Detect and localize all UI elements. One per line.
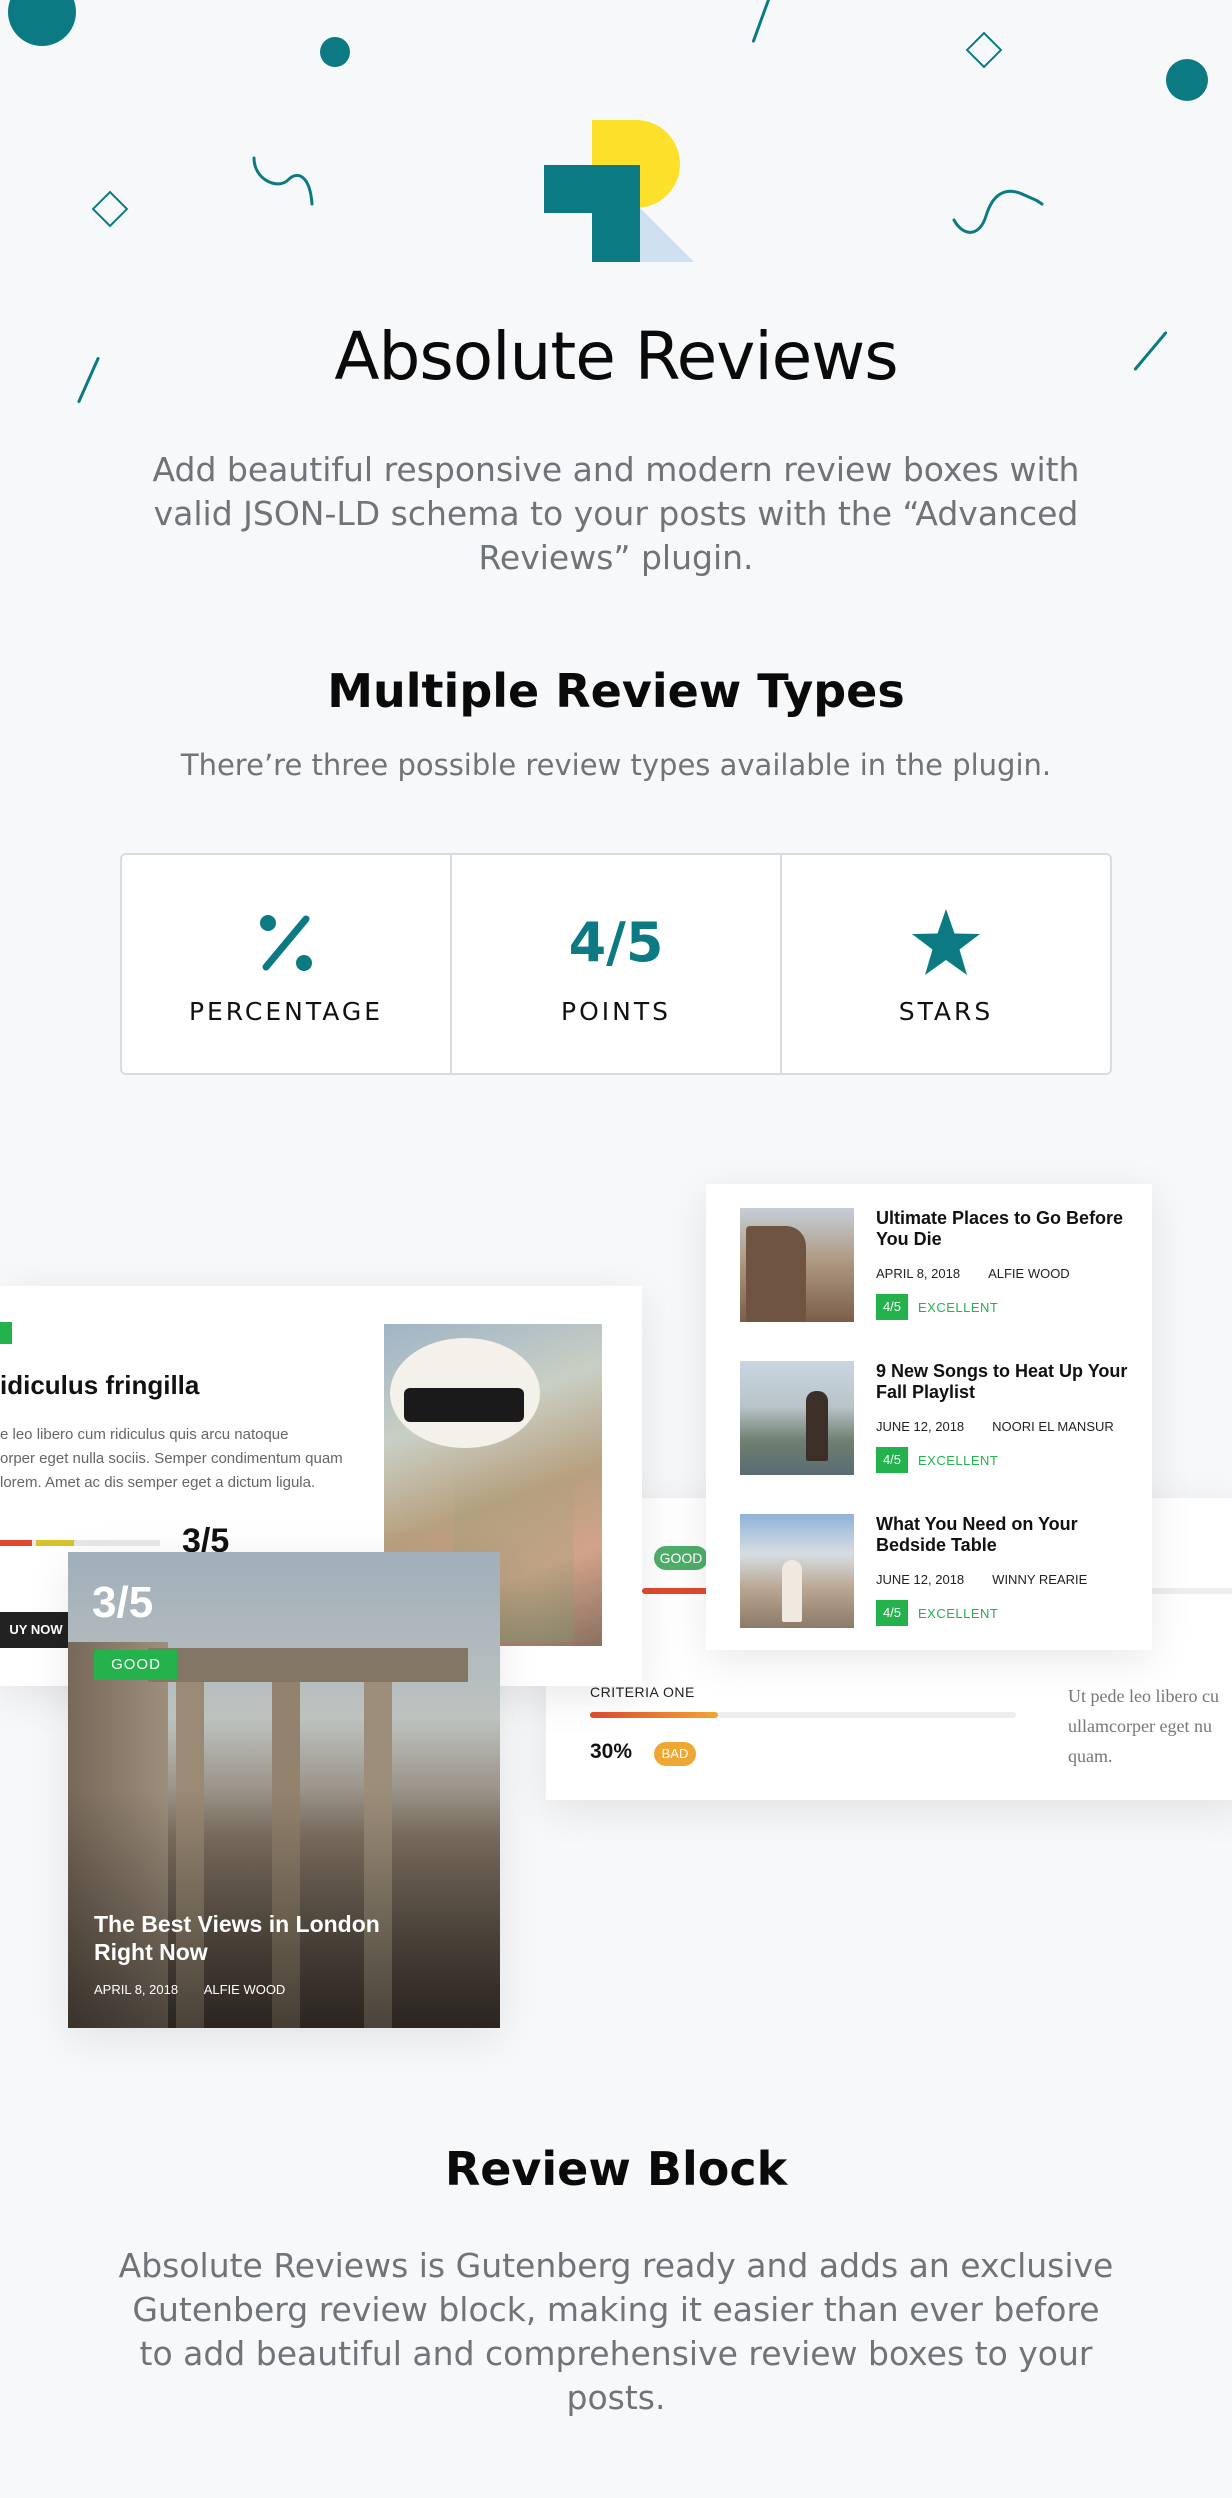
buy-now-button[interactable]: UY NOW [0,1612,72,1648]
criteria-label: CRITERIA ONE [590,1684,695,1700]
rating-label: EXCELLENT [918,1299,999,1315]
feature-author: ALFIE WOOD [203,1982,286,1997]
criteria-text-line: ullamcorper eget nu [1068,1716,1212,1736]
decor-squiggle-right [952,189,1044,234]
green-accent [0,1322,12,1344]
list-item-date: JUNE 12, 2018 [876,1419,965,1434]
bad-badge: BAD [654,1742,696,1766]
review-type-label: PERCENTAGE [188,996,384,1026]
decor-diamond-left [91,190,129,228]
types-section-subtitle: There’re three possible review types ava… [180,748,1052,782]
list-item-date: APRIL 8, 2018 [876,1266,961,1281]
feature-title[interactable]: The Best Views in London Right Now [94,1910,434,1966]
decor-circle-top-left [8,0,76,46]
decor-dot [320,37,350,67]
review-type-stars: STARS [782,855,1110,1073]
feature-score: 3/5 [92,1578,154,1627]
decor-squiggle-left [252,156,314,206]
percent-icon [256,903,316,983]
product-review-text: orper eget nulla sociis. Semper condimen… [0,1450,343,1467]
castle-woman-thumbnail [740,1361,854,1475]
feature-date: APRIL 8, 2018 [94,1982,179,1997]
list-item-meta: APRIL 8, 2018 ALFIE WOOD [876,1266,1070,1281]
score-badge: 4/5 [876,1447,908,1473]
hero-description: Add beautiful responsive and modern revi… [152,450,1080,577]
criteria-percent: 30% [590,1740,633,1763]
decor-dot-right [1166,59,1208,101]
list-item[interactable]: What You Need on Your Bedside Table JUNE… [740,1514,1140,1632]
product-score-bar [0,1540,160,1546]
square-woman-thumbnail [740,1514,854,1628]
list-item[interactable]: Ultimate Places to Go Before You Die APR… [740,1208,1140,1326]
types-section-title: Multiple Review Types [327,664,905,718]
decor-diamond-right [965,31,1003,69]
list-item-meta: JUNE 12, 2018 WINNY REARIE [876,1572,1087,1587]
star-icon [911,903,981,983]
list-item-title[interactable]: What You Need on Your Bedside Table [876,1514,1136,1556]
criteria-progress-bar [590,1712,1016,1718]
review-block-title: Review Block [444,2142,788,2196]
absolute-reviews-logo [544,120,694,262]
hero-title: Absolute Reviews [334,318,898,395]
feature-review-card[interactable]: 3/5 GOOD The Best Views in London Right … [68,1552,500,2028]
rating-label: EXCELLENT [918,1605,999,1621]
list-item-author: ALFIE WOOD [988,1266,1070,1281]
score-badge: 4/5 [876,1600,908,1626]
list-item[interactable]: 9 New Songs to Heat Up Your Fall Playlis… [740,1361,1140,1479]
list-item-author: WINNY REARIE [992,1572,1088,1587]
review-type-percentage: PERCENTAGE [122,855,452,1073]
list-item-meta: JUNE 12, 2018 NOORI EL MANSUR [876,1419,1114,1434]
product-review-title: idiculus fringilla [0,1370,200,1400]
review-block-description: Absolute Reviews is Gutenberg ready and … [118,2246,1114,2417]
product-review-text: e leo libero cum ridiculus quis arcu nat… [0,1426,289,1443]
list-item-score: 4/5 EXCELLENT [876,1600,998,1626]
list-item-title[interactable]: Ultimate Places to Go Before You Die [876,1208,1136,1250]
list-item-date: JUNE 12, 2018 [876,1572,965,1587]
list-item-score: 4/5 EXCELLENT [876,1294,998,1320]
list-item-score: 4/5 EXCELLENT [876,1447,998,1473]
feature-meta: APRIL 8, 2018 ALFIE WOOD [94,1982,285,1997]
good-badge: GOOD [94,1650,178,1680]
review-type-label: POINTS [561,996,671,1026]
decor-dash [751,0,772,44]
review-type-label: STARS [898,996,994,1026]
score-badge: 4/5 [876,1294,908,1320]
points-icon: 4/5 [568,911,664,974]
product-review-text: lorem. Amet ac dis semper eget a dictum … [0,1474,316,1491]
review-list-card: Ultimate Places to Go Before You Die APR… [706,1184,1152,1650]
review-type-points: 4/5 POINTS [452,855,782,1073]
good-badge: GOOD [654,1546,708,1570]
review-types-panel: PERCENTAGE 4/5 POINTS STARS [120,853,1112,1075]
rating-label: EXCELLENT [918,1452,999,1468]
list-item-title[interactable]: 9 New Songs to Heat Up Your Fall Playlis… [876,1361,1136,1403]
criteria-text-line: quam. [1068,1746,1113,1766]
criteria-text-line: Ut pede leo libero cu [1068,1686,1219,1706]
list-item-author: NOORI EL MANSUR [992,1419,1114,1434]
colosseum-thumbnail [740,1208,854,1322]
